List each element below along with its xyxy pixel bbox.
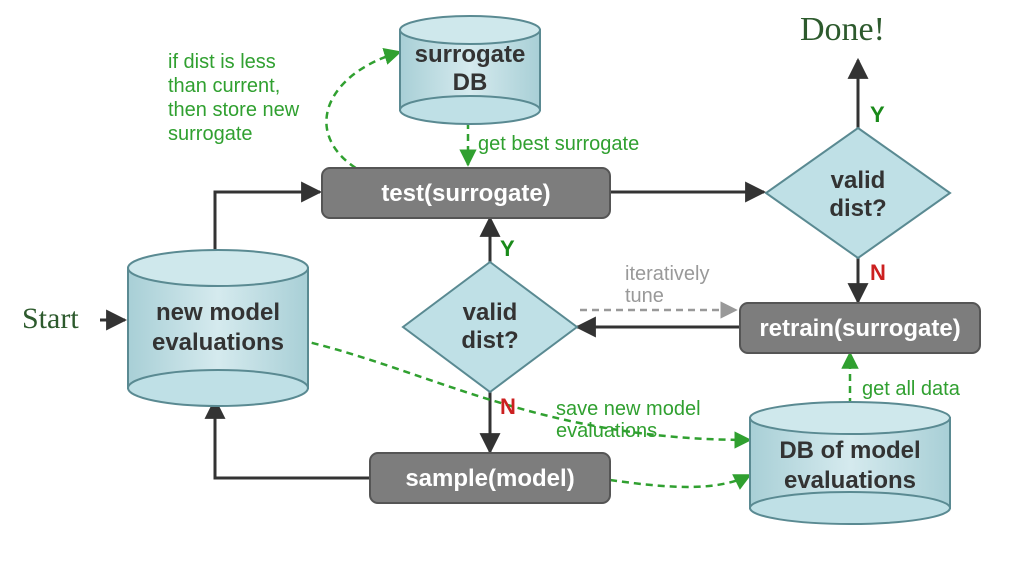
decision-valid-dist-center: valid dist? [403,262,577,392]
label-y-center: Y [500,236,515,261]
label-n-center: N [500,394,516,419]
ann-get-best: get best surrogate [478,133,639,155]
start-label: Start [22,302,79,335]
ann-get-all: get all data [862,378,961,400]
process-retrain-surrogate: retrain(surrogate) [740,303,980,353]
label-y-right: Y [870,102,885,127]
process-sample-model: sample(model) [370,453,610,503]
svg-text:dist?: dist? [829,195,886,222]
test-surrogate-label: test(surrogate) [381,180,550,207]
db-model-eval-label1: DB of model [779,437,920,464]
surrogate-db-label2: DB [453,69,488,96]
svg-text:dist?: dist? [461,327,518,354]
new-model-eval-label1: new model [156,299,280,326]
svg-text:valid: valid [831,167,886,194]
ann-iter-2: tune [625,285,664,307]
ann-store-4: surrogate [168,123,253,145]
ann-store-2: than current, [168,75,280,97]
svg-text:valid: valid [463,299,518,326]
cylinder-surrogate-db: surrogate DB [400,16,540,124]
ann-store-1: if dist is less [168,51,276,73]
done-label: Done! [800,11,885,48]
process-test-surrogate: test(surrogate) [322,168,610,218]
ann-save-1: save new model [556,398,701,420]
retrain-surrogate-label: retrain(surrogate) [759,315,960,342]
decision-valid-dist-right: valid dist? [766,128,950,258]
ann-iter-1: iteratively [625,263,709,285]
surrogate-db-label1: surrogate [415,41,526,68]
new-model-eval-label2: evaluations [152,329,284,356]
db-model-eval-label2: evaluations [784,467,916,494]
cylinder-new-model-evaluations: new model evaluations [128,250,308,406]
label-n-right: N [870,260,886,285]
cylinder-db-model-evaluations: DB of model evaluations [750,402,950,524]
sample-model-label: sample(model) [405,465,574,492]
ann-save-2: evaluations [556,420,657,442]
ann-store-3: then store new [168,99,300,121]
